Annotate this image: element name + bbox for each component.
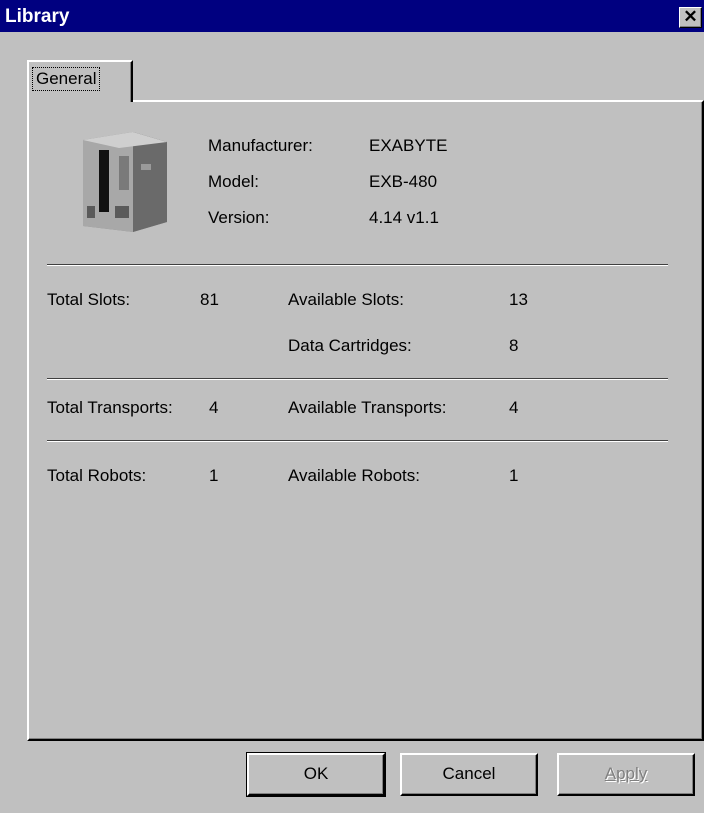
manufacturer-value: EXABYTE <box>369 136 448 155</box>
total-robots-label: Total Robots: <box>47 466 147 485</box>
model-value: EXB-480 <box>369 172 438 191</box>
apply-button-label: Apply <box>604 764 648 783</box>
separator-device <box>47 264 668 266</box>
available-transports-value: 4 <box>509 398 519 417</box>
separator-transports <box>47 440 668 442</box>
version-value: 4.14 v1.1 <box>369 208 439 227</box>
tab-general-label: General <box>31 67 101 91</box>
available-robots-label: Available Robots: <box>288 466 420 485</box>
ok-button[interactable]: OK <box>246 752 386 797</box>
tape-library-icon <box>83 132 167 232</box>
title-bar[interactable]: Library ✕ <box>0 0 704 32</box>
manufacturer-label: Manufacturer: <box>208 136 313 155</box>
data-cartridges-label: Data Cartridges: <box>288 336 412 355</box>
available-transports-label: Available Transports: <box>288 398 447 417</box>
close-button[interactable]: ✕ <box>679 7 702 28</box>
tab-general[interactable]: General <box>27 60 133 102</box>
cancel-button[interactable]: Cancel <box>400 753 538 796</box>
total-transports-value: 4 <box>209 398 219 417</box>
data-cartridges-value: 8 <box>509 336 519 355</box>
separator-slots <box>47 378 668 380</box>
total-transports-label: Total Transports: <box>47 398 173 417</box>
close-icon: ✕ <box>683 7 698 26</box>
version-label: Version: <box>208 208 270 227</box>
window-title: Library <box>5 6 70 27</box>
available-slots-label: Available Slots: <box>288 290 404 309</box>
total-slots-label: Total Slots: <box>47 290 131 309</box>
total-robots-value: 1 <box>209 466 219 485</box>
available-robots-value: 1 <box>509 466 519 485</box>
model-label: Model: <box>208 172 260 191</box>
apply-button[interactable]: Apply <box>557 753 695 796</box>
total-slots-value: 81 <box>200 290 219 309</box>
available-slots-value: 13 <box>509 290 528 309</box>
